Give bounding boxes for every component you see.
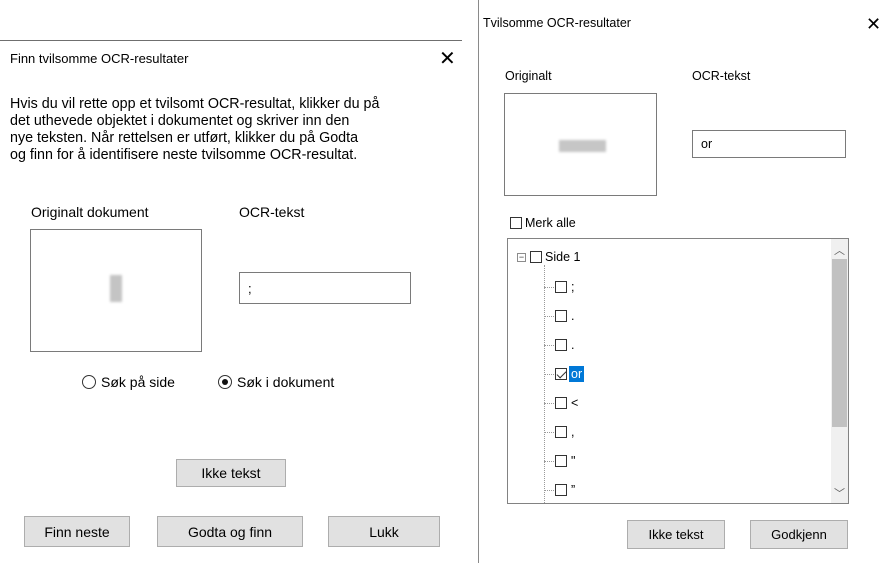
- instruction-text: Hvis du vil rette opp et tvilsomt OCR-re…: [10, 96, 450, 164]
- tree-connector: [544, 373, 554, 375]
- instruction-line: nye teksten. Når rettelsen er utført, kl…: [10, 130, 359, 146]
- tree-connector: [544, 286, 554, 288]
- tree-item[interactable]: ,: [544, 423, 576, 441]
- original-label: Originalt: [505, 69, 552, 83]
- checkbox-box[interactable]: [555, 281, 567, 293]
- radio-circle: [82, 375, 96, 389]
- ocr-text-label: OCR-tekst: [692, 69, 751, 83]
- original-document-label: Originalt dokument: [31, 204, 149, 220]
- not-text-button[interactable]: Ikke tekst: [627, 520, 725, 549]
- ocr-text-input[interactable]: or: [692, 130, 846, 158]
- checkbox-box[interactable]: [555, 484, 567, 496]
- tree-item[interactable]: ;: [544, 278, 576, 296]
- close-icon[interactable]: ✕: [866, 14, 880, 34]
- search-document-radio[interactable]: Søk i dokument: [218, 374, 334, 390]
- approve-button[interactable]: Godkjenn: [750, 520, 848, 549]
- tree-connector: [544, 431, 554, 433]
- find-doubtful-ocr-dialog: Finn tvilsomme OCR-resultater ✕ Hvis du …: [0, 0, 462, 563]
- tree-connector: [544, 344, 554, 346]
- ocr-text-label: OCR-tekst: [239, 204, 305, 220]
- tree-item[interactable]: .: [544, 307, 576, 325]
- tree-connector: [544, 315, 554, 317]
- dialog-title: Tvilsomme OCR-resultater: [483, 16, 631, 30]
- original-preview: [504, 93, 657, 196]
- checkbox-box[interactable]: [555, 310, 567, 322]
- tree-item-label: .: [571, 309, 575, 323]
- tree-item-label: ;: [571, 280, 575, 294]
- original-preview: [30, 229, 202, 352]
- tree-root-page[interactable]: Side 1: [530, 250, 580, 264]
- tree-item-label: .: [571, 338, 575, 352]
- original-image-snippet: [110, 275, 122, 302]
- ocr-text-input[interactable]: ;: [239, 272, 411, 304]
- checkbox-checked[interactable]: [555, 368, 567, 380]
- dialog-title: Finn tvilsomme OCR-resultater: [10, 51, 189, 66]
- tree-item[interactable]: .: [544, 336, 576, 354]
- ocr-results-tree[interactable]: − Side 1 ;..or<,"”" ︿ ﹀: [507, 238, 849, 504]
- checkbox-box[interactable]: [555, 426, 567, 438]
- tree-item-label: <: [571, 396, 579, 410]
- tree-item[interactable]: or: [544, 365, 585, 383]
- vertical-scrollbar[interactable]: ︿ ﹀: [831, 239, 848, 503]
- checkbox-box: [510, 217, 522, 229]
- checkbox-box[interactable]: [530, 251, 542, 263]
- checkbox-box[interactable]: [555, 455, 567, 467]
- tree-item-label: ,: [571, 425, 575, 439]
- tree-item-label: or: [569, 366, 585, 382]
- accept-and-find-button[interactable]: Godta og finn: [157, 516, 303, 547]
- instruction-line: Hvis du vil rette opp et tvilsomt OCR-re…: [10, 96, 380, 112]
- select-all-label: Merk alle: [525, 216, 576, 230]
- scrollbar-thumb[interactable]: [832, 259, 847, 427]
- tree-root-label: Side 1: [545, 250, 581, 264]
- checkbox-box[interactable]: [555, 397, 567, 409]
- tree-connector: [544, 460, 554, 462]
- tree-item[interactable]: <: [544, 394, 580, 412]
- minus-box-icon[interactable]: −: [517, 253, 526, 262]
- title-bar-divider: [0, 40, 462, 41]
- close-button[interactable]: Lukk: [328, 516, 440, 547]
- instruction-line: og finn for å identifisere neste tvilsom…: [10, 147, 358, 163]
- close-icon[interactable]: ✕: [439, 49, 456, 69]
- checkbox-box[interactable]: [555, 339, 567, 351]
- tree-connector: [544, 402, 554, 404]
- tree-connector: [544, 489, 554, 491]
- tree-item-label: ”: [571, 483, 576, 497]
- tree-item[interactable]: ”: [544, 481, 577, 499]
- doubtful-ocr-results-dialog: Tvilsomme OCR-resultater ✕ Originalt OCR…: [480, 0, 880, 563]
- search-document-label: Søk i dokument: [237, 374, 335, 390]
- search-page-radio[interactable]: Søk på side: [82, 374, 175, 390]
- search-page-label: Søk på side: [101, 374, 175, 390]
- chevron-down-icon[interactable]: ﹀: [831, 484, 848, 501]
- instruction-line: det uthevede objektet i dokumentet og sk…: [10, 113, 350, 129]
- chevron-up-icon[interactable]: ︿: [831, 241, 848, 258]
- radio-circle-selected: [218, 375, 232, 389]
- not-text-button[interactable]: Ikke tekst: [176, 459, 286, 487]
- tree-item[interactable]: ": [544, 452, 577, 470]
- tree-item-label: ": [571, 454, 576, 468]
- find-next-button[interactable]: Finn neste: [24, 516, 130, 547]
- original-image-snippet: [559, 140, 606, 152]
- dialog-separator: [478, 0, 479, 563]
- select-all-checkbox[interactable]: Merk alle: [510, 216, 576, 230]
